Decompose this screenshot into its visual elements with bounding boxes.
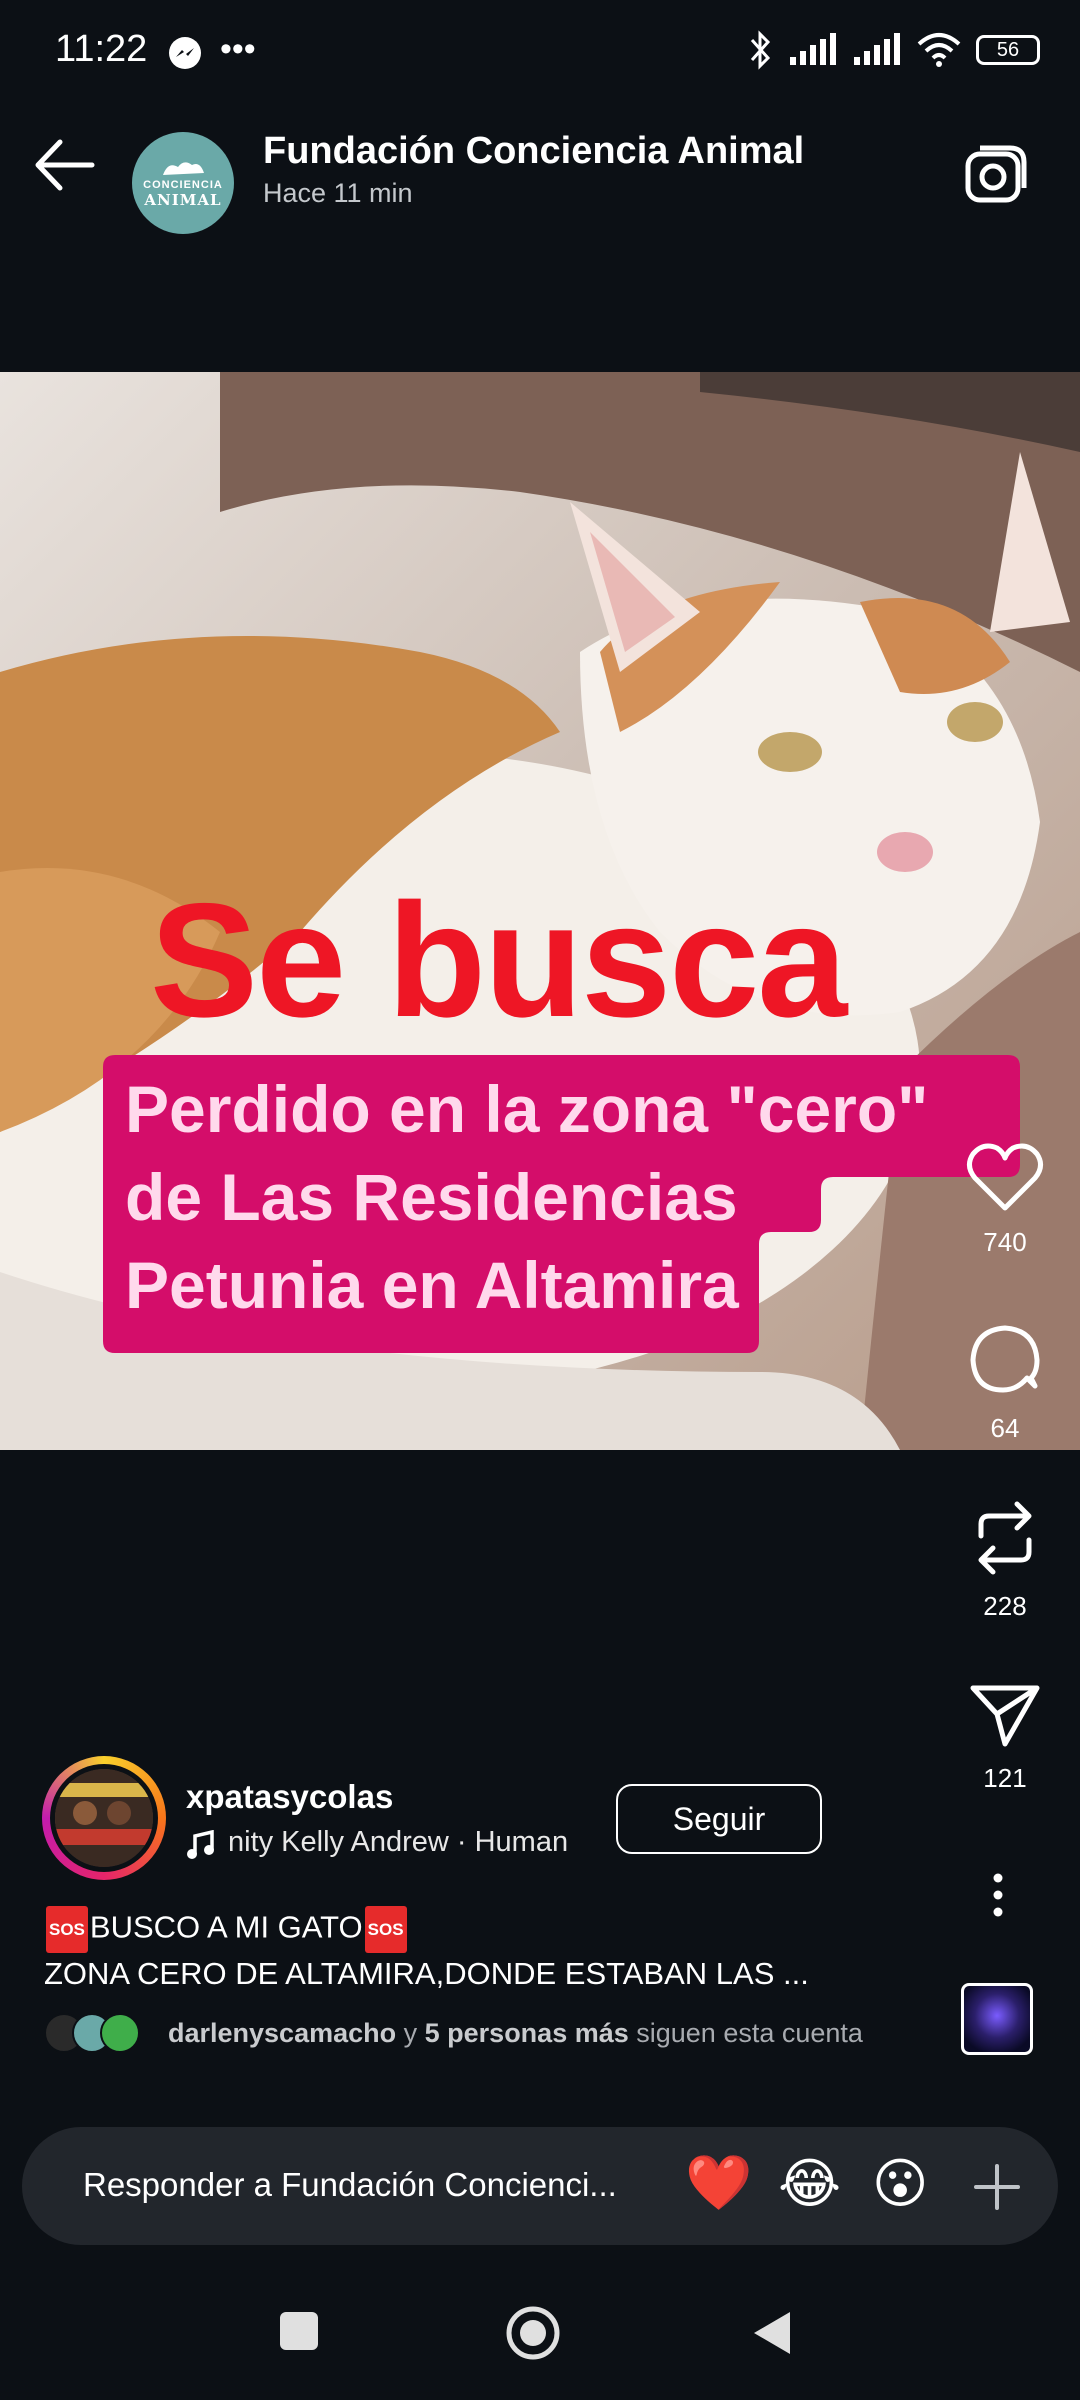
signal-icon — [790, 33, 836, 65]
story-headline: Se busca — [150, 870, 847, 1051]
reply-input[interactable]: Responder a Fundación Concienci... — [83, 2166, 617, 2204]
paw-logo-icon — [163, 162, 204, 175]
status-icons: 56 — [746, 30, 1040, 70]
account-avatar[interactable]: CONCIENCIA ANIMAL — [132, 132, 234, 234]
add-reaction-button[interactable] — [970, 2160, 1024, 2214]
followers-count: 5 personas más — [424, 2017, 629, 2048]
account-name[interactable]: Fundación Conciencia Animal — [263, 130, 804, 173]
story-subtext-line-3: Petunia en Altamira — [125, 1248, 739, 1322]
camera-icon — [965, 145, 1027, 203]
messenger-icon — [168, 36, 202, 75]
wow-emoji-reaction[interactable]: 😮 — [872, 2152, 928, 2215]
camera-button[interactable] — [960, 140, 1030, 210]
caption-line-2: ZONA CERO DE ALTAMIRA,DONDE ESTABAN LAS … — [44, 1956, 809, 1991]
follow-button[interactable]: Seguir — [616, 1784, 822, 1854]
repost-button[interactable]: 228 — [930, 1498, 1080, 1622]
followers-user: darlenyscamacho — [168, 2017, 397, 2048]
more-options-button[interactable] — [983, 1870, 1013, 1925]
followers-join: y — [396, 2017, 425, 2048]
caption-line-1-text: BUSCO A MI GATO — [89, 1909, 363, 1945]
music-title[interactable]: nity Kelly Andrew · Human — [228, 1826, 588, 1859]
battery-level: 56 — [996, 38, 1020, 61]
comments-count: 64 — [990, 1413, 1020, 1443]
reposts-count: 228 — [983, 1591, 1027, 1621]
signal-icon-2 — [854, 33, 900, 65]
user-avatar[interactable] — [55, 1769, 153, 1867]
recents-button[interactable] — [278, 2310, 320, 2357]
home-circle-icon — [506, 2306, 560, 2360]
story-subtext-line-2: de Las Residencias — [125, 1160, 738, 1234]
followers-row[interactable]: darlenyscamacho y 5 personas más siguen … — [44, 2013, 863, 2053]
arrow-left-icon — [35, 139, 95, 191]
home-button[interactable] — [505, 2305, 561, 2366]
square-icon — [280, 2312, 318, 2350]
likes-count: 740 — [983, 1227, 1027, 1257]
music-note-icon — [186, 1829, 216, 1865]
status-time: 11:22 — [55, 28, 148, 70]
back-nav-button[interactable] — [750, 2310, 792, 2361]
sos-badge-2: SOS — [364, 1906, 407, 1953]
post-caption[interactable]: SOS BUSCO A MI GATO SOS ZONA CERO DE ALTAM… — [44, 1906, 809, 1994]
shares-count: 121 — [983, 1763, 1027, 1793]
avatar-text-2: ANIMAL — [144, 191, 222, 209]
heart-icon — [967, 1143, 1043, 1211]
share-button[interactable]: 121 — [930, 1680, 1080, 1794]
bluetooth-icon — [750, 30, 771, 70]
sos-badge: SOS — [46, 1906, 88, 1953]
like-button[interactable]: 740 — [930, 1142, 1080, 1258]
post-timestamp: Hace 11 min — [263, 178, 413, 208]
followers-text: darlenyscamacho y 5 personas más siguen … — [168, 2018, 863, 2049]
comment-icon — [970, 1325, 1040, 1393]
triangle-back-icon — [754, 2312, 790, 2354]
caption-line-1: SOS BUSCO A MI GATO SOS — [44, 1906, 809, 1953]
more-notifications-icon: ••• — [220, 30, 256, 68]
more-vertical-icon — [993, 1873, 1003, 1917]
user-avatar-image — [55, 1769, 153, 1867]
back-button[interactable] — [30, 130, 100, 200]
story-subtext: Perdido en la zona "cero" de Las Residen… — [125, 1065, 1025, 1329]
follower-avatar-3 — [100, 2013, 140, 2053]
laugh-emoji-reaction[interactable]: 😂 — [778, 2152, 841, 2215]
heart-emoji-reaction[interactable]: ❤️ — [685, 2152, 752, 2215]
wifi-icon — [917, 33, 961, 67]
post-username[interactable]: xpatasycolas — [186, 1778, 393, 1816]
avatar-text-1: CONCIENCIA — [143, 179, 223, 191]
story-subtext-line-1: Perdido en la zona "cero" — [125, 1072, 929, 1146]
battery-icon: 56 — [976, 35, 1040, 65]
music-thumbnail[interactable] — [961, 1983, 1033, 2055]
followers-suffix: siguen esta cuenta — [628, 2017, 863, 2048]
repost-icon — [978, 1501, 1032, 1575]
comment-button[interactable]: 64 — [930, 1320, 1080, 1444]
plus-icon — [974, 2164, 1020, 2210]
send-icon — [970, 1685, 1040, 1747]
